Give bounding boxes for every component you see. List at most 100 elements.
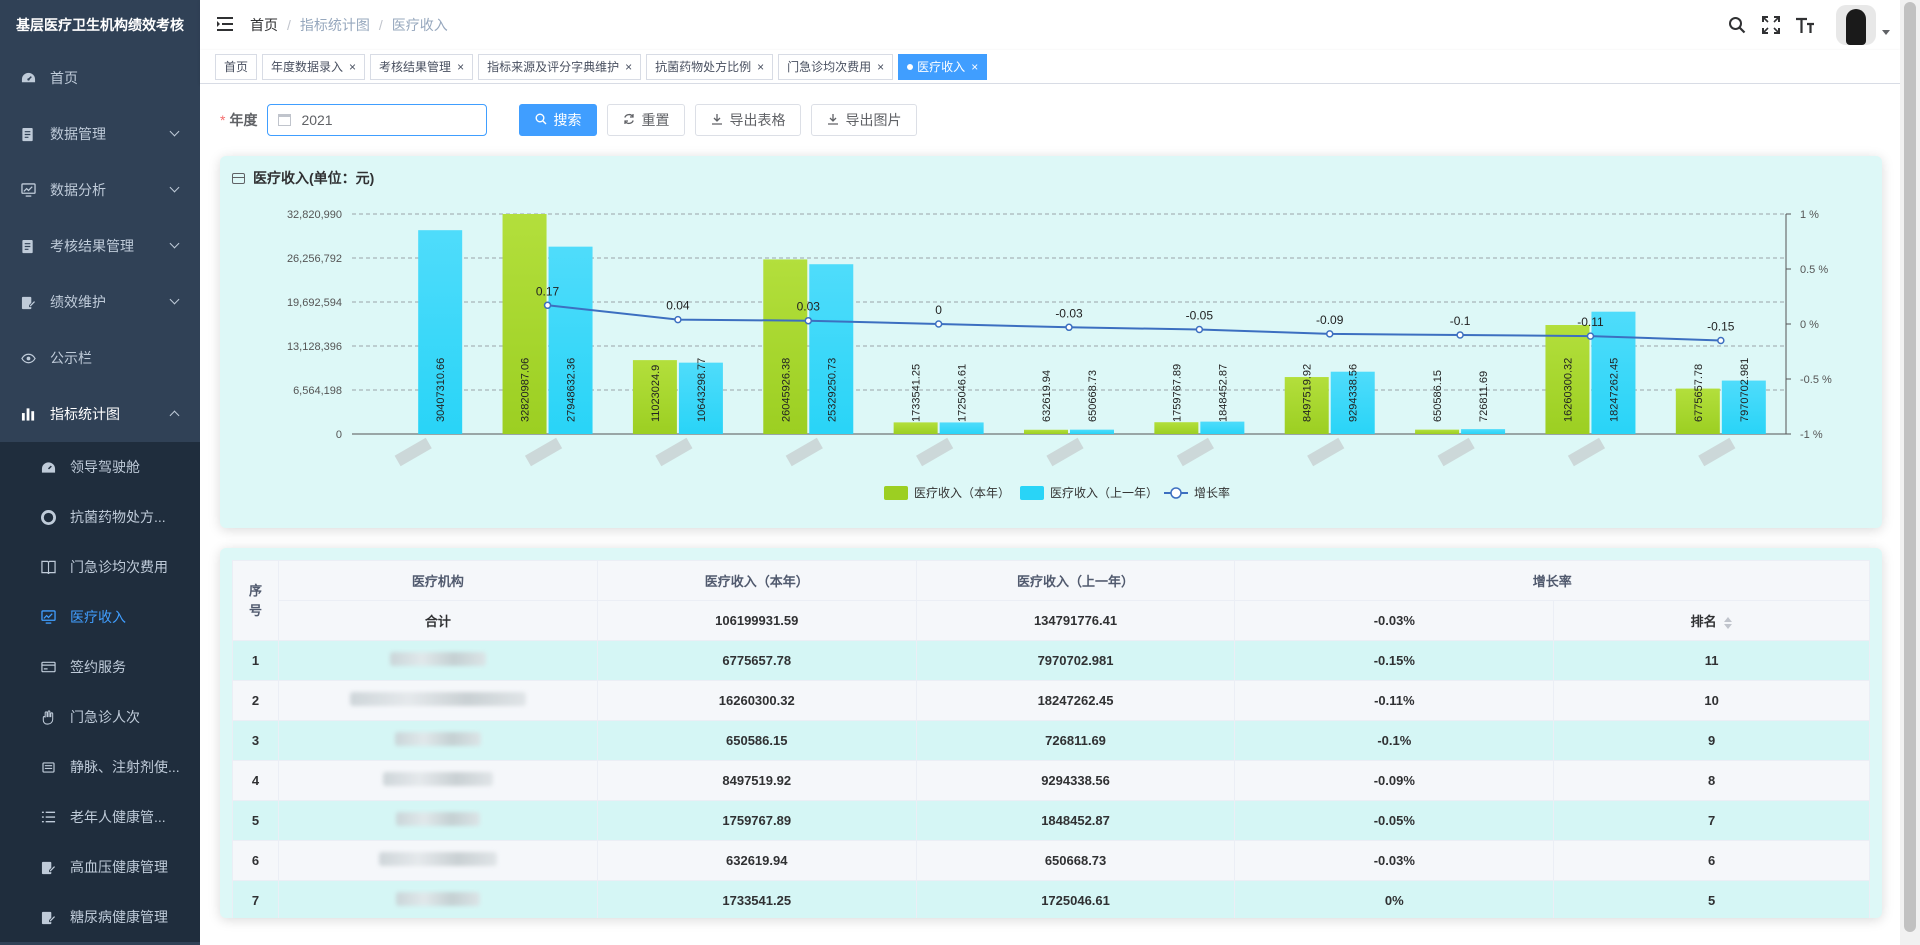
search-button[interactable]: 搜索 <box>519 104 598 136</box>
growth-rate-label: 0.17 <box>536 284 560 298</box>
x-category-label-redacted <box>1046 437 1084 467</box>
row-growth: -0.1% <box>1234 720 1555 761</box>
tag-antibiotic-ratio[interactable]: 抗菌药物处方比例 × <box>646 53 774 80</box>
x-category-label-redacted <box>916 437 954 467</box>
reset-button[interactable]: 重置 <box>607 104 686 136</box>
font-size-icon[interactable] <box>1788 0 1822 50</box>
sidebar-subitem-label: 高血压健康管理 <box>70 859 168 875</box>
bar-value-label: 1725046.61 <box>957 364 969 422</box>
tag-indicator-dictionary[interactable]: 指标来源及评分字典维护 × <box>478 53 642 80</box>
growth-rate-label: 0.03 <box>797 300 821 314</box>
row-current: 632619.94 <box>596 840 917 881</box>
growth-rate-point <box>1456 331 1464 339</box>
export-image-button[interactable]: 导出图片 <box>811 104 918 136</box>
close-icon[interactable]: × <box>349 55 356 79</box>
legend-swatch-current <box>884 486 908 500</box>
y-left-tick-label: 0 <box>336 429 342 441</box>
tag-assessment-results[interactable]: 考核结果管理 × <box>370 53 474 80</box>
sidebar-subitem-medical-income[interactable]: 医疗收入 <box>0 592 200 642</box>
close-icon[interactable]: × <box>971 55 978 79</box>
sidebar-subitem-label: 门急诊均次费用 <box>70 559 168 575</box>
breadcrumb: 首页 / 指标统计图 / 医疗收入 <box>250 15 448 35</box>
table-row: 5 1759767.89 1848452.87 -0.05% 7 <box>232 800 1870 841</box>
breadcrumb-item-indicator-charts: 指标统计图 <box>299 17 370 33</box>
scrollbar-thumb[interactable] <box>1904 2 1916 932</box>
redacted-text <box>349 692 526 706</box>
y-left-tick-label: 6,564,198 <box>293 385 342 397</box>
table-row: 6 632619.94 650668.73 -0.03% 6 <box>232 840 1870 881</box>
row-rank: 10 <box>1553 680 1870 721</box>
sidebar-subitem-elderly-health[interactable]: 老年人健康管... <box>0 792 200 842</box>
growth-rate-point <box>1195 325 1204 334</box>
sidebar-item-bulletin[interactable]: 公示栏 <box>0 330 200 386</box>
sidebar-subitem-diabetes[interactable]: 糖尿病健康管理 <box>0 892 200 942</box>
download-icon <box>827 113 839 128</box>
redacted-text <box>394 732 481 746</box>
close-icon[interactable]: × <box>757 55 764 79</box>
close-icon[interactable]: × <box>877 55 884 79</box>
avatar[interactable] <box>1836 5 1876 45</box>
hamburger-toggle[interactable] <box>200 0 250 50</box>
tag-medical-income[interactable]: 医疗收入 × <box>898 53 988 80</box>
growth-rate-label: -0.03 <box>1055 306 1083 320</box>
tag-home[interactable]: 首页 <box>215 53 258 80</box>
sidebar-item-label: 公示栏 <box>50 350 92 366</box>
sidebar-item-assessment-results[interactable]: 考核结果管理 <box>0 218 200 274</box>
row-rank: 6 <box>1553 840 1870 881</box>
sidebar-subitem-injection[interactable]: 静脉、注射剂使... <box>0 742 200 792</box>
growth-rate-line <box>547 304 1721 342</box>
page-scrollbar[interactable] <box>1900 0 1920 945</box>
sidebar-item-data-management[interactable]: 数据管理 <box>0 106 200 162</box>
caret-down-icon[interactable] <box>1882 29 1890 35</box>
table-row: 3 650586.15 726811.69 -0.1% 9 <box>232 720 1870 761</box>
monitor-icon <box>40 609 56 625</box>
sidebar-subitem-contract-service[interactable]: 签约服务 <box>0 642 200 692</box>
legend-label: 医疗收入（上一年） <box>1050 486 1158 500</box>
document-icon <box>20 238 36 254</box>
bar-value-label: 25329250.73 <box>826 358 838 422</box>
bar-chart-icon <box>20 406 36 422</box>
sidebar-subitem-outpatient-visits[interactable]: 门急诊人次 <box>0 692 200 742</box>
sidebar-subitem-leader-cockpit[interactable]: 领导驾驶舱 <box>0 442 200 492</box>
row-org-redacted <box>277 760 598 801</box>
bar-last-year <box>1070 429 1114 434</box>
row-last: 726811.69 <box>915 720 1236 761</box>
sidebar-subitem-outpatient-cost[interactable]: 门急诊均次费用 <box>0 542 200 592</box>
x-category-label-redacted <box>1698 437 1736 467</box>
breadcrumb-item-home[interactable]: 首页 <box>250 15 278 35</box>
sidebar-item-indicator-charts[interactable]: 指标统计图 <box>0 386 200 442</box>
bar-current-year <box>893 422 938 434</box>
year-picker-input[interactable]: 2021 <box>267 104 488 136</box>
tag-label: 年度数据录入 <box>271 59 344 74</box>
sidebar-subitem-hypertension[interactable]: 高血压健康管理 <box>0 842 200 892</box>
tag-annual-data-entry[interactable]: 年度数据录入 × <box>262 53 366 80</box>
sidebar-subitem-label: 门急诊人次 <box>70 709 140 725</box>
sidebar-subitem-label: 医疗收入 <box>70 609 126 625</box>
sidebar-item-label: 首页 <box>50 70 78 86</box>
close-icon[interactable]: × <box>457 55 464 79</box>
search-icon[interactable] <box>1720 0 1754 50</box>
growth-rate-label: 0.04 <box>666 299 690 313</box>
growth-rate-label: -0.05 <box>1186 309 1214 323</box>
sidebar-subitem-antibiotic[interactable]: 抗菌药物处方... <box>0 492 200 542</box>
sidebar-item-label: 指标统计图 <box>50 406 120 422</box>
sidebar-item-data-analysis[interactable]: 数据分析 <box>0 162 200 218</box>
export-table-button[interactable]: 导出表格 <box>695 104 802 136</box>
row-index: 1 <box>232 640 279 681</box>
close-icon[interactable]: × <box>625 55 632 79</box>
x-category-label-redacted <box>1176 437 1214 467</box>
row-current: 1733541.25 <box>596 880 917 918</box>
row-org-redacted <box>277 640 598 681</box>
row-index: 4 <box>232 760 279 801</box>
growth-rate-point <box>1717 336 1725 345</box>
x-category-label-redacted <box>655 437 693 467</box>
sidebar-subitem-label: 静脉、注射剂使... <box>70 759 180 775</box>
sidebar-item-home[interactable]: 首页 <box>0 50 200 106</box>
sidebar-item-performance-maintenance[interactable]: 绩效维护 <box>0 274 200 330</box>
redacted-text <box>389 652 486 666</box>
row-org-redacted <box>277 680 598 721</box>
sort-icon[interactable] <box>1723 616 1733 630</box>
tag-outpatient-cost[interactable]: 门急诊均次费用 × <box>778 53 894 80</box>
fullscreen-icon[interactable] <box>1754 0 1788 50</box>
column-header-rank[interactable]: 排名 <box>1553 600 1870 641</box>
